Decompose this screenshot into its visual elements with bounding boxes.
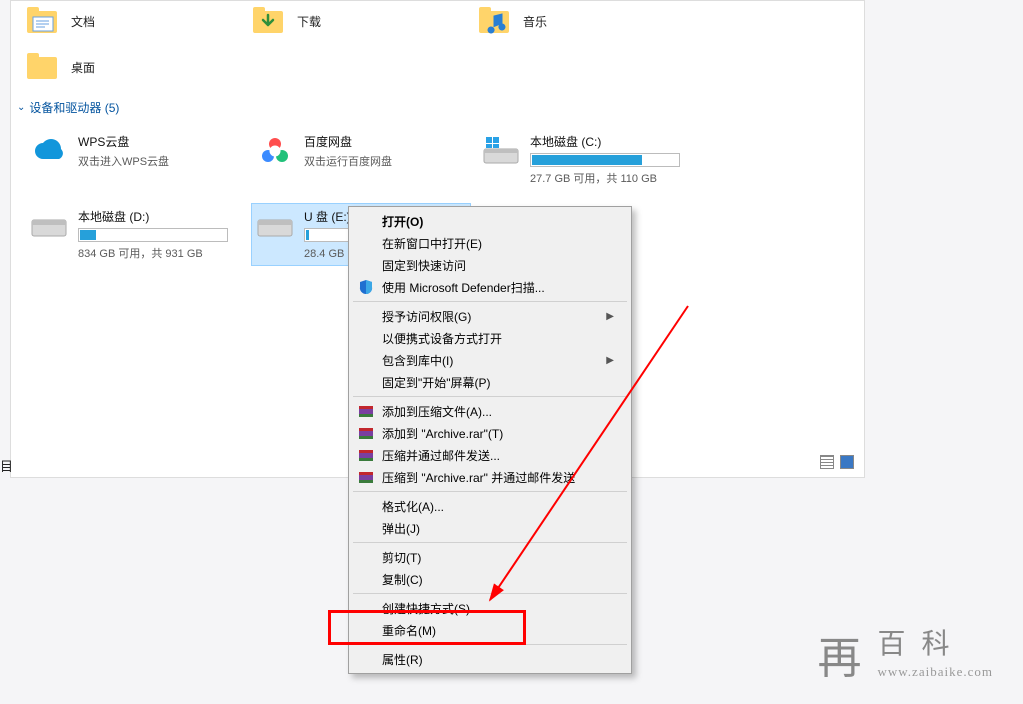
drive-sub: 27.7 GB 可用，共 110 GB — [530, 170, 692, 186]
menu-format[interactable]: 格式化(A)... — [352, 495, 628, 517]
drive-sub: 834 GB 可用，共 931 GB — [78, 245, 240, 261]
drive-windows-icon — [482, 133, 520, 169]
rar-icon — [357, 446, 375, 464]
menu-properties[interactable]: 属性(R) — [352, 648, 628, 670]
drives-row1: WPS云盘 双击进入WPS云盘 百度网盘 双击运行百度网盘 本地磁盘 (C:) … — [11, 122, 864, 197]
menu-pin-quick-access[interactable]: 固定到快速访问 — [352, 254, 628, 276]
drive-wps-cloud[interactable]: WPS云盘 双击进入WPS云盘 — [25, 128, 245, 191]
wps-cloud-icon — [30, 133, 68, 169]
library-folders-row1: 文档 下载 音乐 — [11, 1, 864, 47]
desktop-icon — [27, 53, 61, 81]
menu-add-archive[interactable]: 添加到压缩文件(A)... — [352, 400, 628, 422]
usb-drive-icon — [256, 208, 294, 244]
submenu-arrow-icon: ▶ — [606, 355, 614, 366]
drive-sub: 双击运行百度网盘 — [304, 153, 466, 169]
watermark: 再 百科 www.zaibaike.com — [817, 622, 993, 686]
submenu-arrow-icon: ▶ — [606, 311, 614, 322]
stray-char: 目 — [0, 456, 13, 475]
chevron-down-icon: ⌄ — [17, 102, 25, 113]
menu-include-library[interactable]: 包含到库中(I)▶ — [352, 349, 628, 371]
menu-rename[interactable]: 重命名(M) — [352, 619, 628, 641]
baidu-pan-icon — [256, 133, 294, 169]
watermark-seal: 再 — [817, 622, 861, 686]
downloads-icon — [253, 7, 287, 35]
folder-desktop[interactable]: 桌面 — [25, 51, 245, 83]
menu-eject[interactable]: 弹出(J) — [352, 517, 628, 539]
library-folders-row2: 桌面 — [11, 47, 864, 93]
folder-documents[interactable]: 文档 — [25, 5, 245, 37]
folder-downloads[interactable]: 下载 — [251, 5, 471, 37]
drive-d[interactable]: 本地磁盘 (D:) 834 GB 可用，共 931 GB — [25, 203, 245, 266]
menu-open-portable[interactable]: 以便携式设备方式打开 — [352, 327, 628, 349]
menu-copy[interactable]: 复制(C) — [352, 568, 628, 590]
menu-grant-access[interactable]: 授予访问权限(G)▶ — [352, 305, 628, 327]
drive-name: 百度网盘 — [304, 133, 466, 150]
menu-compress-rar-email[interactable]: 压缩到 "Archive.rar" 并通过邮件发送 — [352, 466, 628, 488]
menu-pin-start[interactable]: 固定到"开始"屏幕(P) — [352, 371, 628, 393]
drive-sub: 双击进入WPS云盘 — [78, 153, 240, 169]
menu-open[interactable]: 打开(O) — [352, 210, 628, 232]
folder-label: 下载 — [297, 13, 321, 30]
menu-cut[interactable]: 剪切(T) — [352, 546, 628, 568]
folder-label: 桌面 — [71, 59, 95, 76]
drive-c[interactable]: 本地磁盘 (C:) 27.7 GB 可用，共 110 GB — [477, 128, 697, 191]
shield-icon — [357, 278, 375, 296]
view-switcher — [820, 455, 854, 469]
drive-baidu-pan[interactable]: 百度网盘 双击运行百度网盘 — [251, 128, 471, 191]
documents-icon — [27, 7, 61, 35]
context-menu: 打开(O) 在新窗口中打开(E) 固定到快速访问 使用 Microsoft De… — [348, 206, 632, 674]
watermark-title: 百科 — [877, 627, 993, 663]
folder-label: 文档 — [71, 13, 95, 30]
menu-open-new-window[interactable]: 在新窗口中打开(E) — [352, 232, 628, 254]
details-view-icon[interactable] — [820, 455, 834, 469]
menu-compress-email[interactable]: 压缩并通过邮件发送... — [352, 444, 628, 466]
folder-music[interactable]: 音乐 — [477, 5, 697, 37]
menu-defender-scan[interactable]: 使用 Microsoft Defender扫描... — [352, 276, 628, 298]
section-title: 设备和驱动器 (5) — [29, 99, 119, 116]
music-icon — [479, 7, 513, 35]
drive-name: 本地磁盘 (D:) — [78, 208, 240, 225]
rar-icon — [357, 468, 375, 486]
drive-name: WPS云盘 — [78, 133, 240, 150]
drive-name: 本地磁盘 (C:) — [530, 133, 692, 150]
menu-add-to-rar[interactable]: 添加到 "Archive.rar"(T) — [352, 422, 628, 444]
hdd-icon — [30, 208, 68, 244]
watermark-url: www.zaibaike.com — [877, 664, 993, 681]
tiles-view-icon[interactable] — [840, 455, 854, 469]
rar-icon — [357, 402, 375, 420]
drive-usage-bar — [78, 228, 228, 242]
rar-icon — [357, 424, 375, 442]
folder-label: 音乐 — [523, 13, 547, 30]
drive-usage-bar — [530, 153, 680, 167]
menu-create-shortcut[interactable]: 创建快捷方式(S) — [352, 597, 628, 619]
section-devices-drives[interactable]: ⌄ 设备和驱动器 (5) — [11, 93, 864, 122]
